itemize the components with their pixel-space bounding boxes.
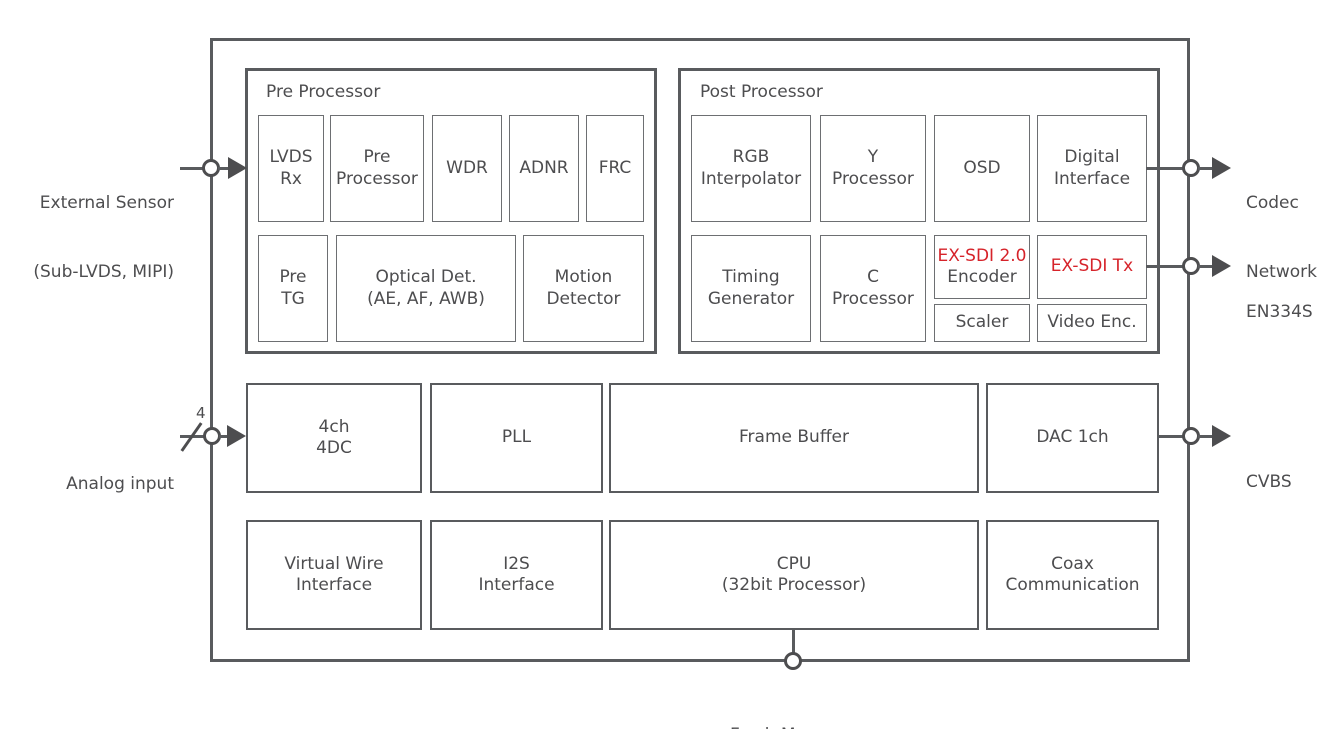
block-i2s-interface[interactable]: I2S Interface (430, 520, 603, 630)
block-timing-generator[interactable]: Timing Generator (691, 235, 811, 342)
block-y-processor-line2: Processor (832, 168, 914, 189)
arrow-analog-input (227, 425, 246, 447)
block-wdr-label: WDR (446, 157, 488, 178)
block-cpu-line1: CPU (776, 553, 812, 574)
block-diagram-canvas: Pre Processor LVDS Rx Pre Processor WDR … (0, 0, 1339, 729)
block-c-processor[interactable]: C Processor (820, 235, 926, 342)
block-frc-label: FRC (598, 157, 632, 178)
block-video-encoder-label: Video Enc. (1047, 312, 1137, 333)
block-timing-generator-line1: Timing (722, 267, 780, 288)
block-virtual-wire-interface-line2: Interface (295, 575, 373, 595)
block-digital-interface-line1: Digital (1064, 147, 1120, 168)
block-c-processor-line2: Processor (832, 288, 914, 309)
block-coax-communication[interactable]: Coax Communication (986, 520, 1159, 630)
block-adnr[interactable]: ADNR (509, 115, 579, 222)
block-pre-tg-line1: Pre (279, 267, 307, 288)
label-frash-memory-text: Frash Memory (692, 724, 888, 729)
label-en334s-line1: EN334S (1246, 301, 1313, 322)
post-processor-group-title: Post Processor (700, 82, 823, 102)
block-osd[interactable]: OSD (934, 115, 1030, 222)
node-frash-memory[interactable] (784, 652, 802, 670)
block-ex-sdi-2-0-encoder[interactable]: EX-SDI 2.0 Encoder (934, 235, 1030, 299)
label-codec-network-line1: Codec (1246, 192, 1299, 213)
block-pre-processor-line2: Processor (336, 168, 418, 189)
arrow-codec-network (1212, 157, 1231, 179)
block-rgb-interpolator[interactable]: RGB Interpolator (691, 115, 811, 222)
block-scaler[interactable]: Scaler (934, 304, 1030, 342)
block-4ch-4dc[interactable]: 4ch 4DC (246, 383, 422, 493)
block-timing-generator-line2: Generator (707, 288, 795, 309)
block-digital-interface-line2: Interface (1053, 168, 1131, 189)
block-y-processor[interactable]: Y Processor (820, 115, 926, 222)
block-lvds-rx[interactable]: LVDS Rx (258, 115, 324, 222)
block-lvds-rx-line1: LVDS (269, 147, 313, 168)
label-cvbs-line1: CVBS (1246, 471, 1292, 492)
block-dac-1ch-label: DAC 1ch (1036, 427, 1109, 448)
block-frc[interactable]: FRC (586, 115, 644, 222)
block-motion-detector-line2: Detector (546, 288, 621, 309)
label-cvbs: CVBS (1246, 425, 1338, 540)
arrow-cvbs (1212, 425, 1231, 447)
block-pll[interactable]: PLL (430, 383, 603, 493)
block-coax-communication-line1: Coax (1051, 553, 1094, 574)
pre-processor-group-title: Pre Processor (266, 82, 381, 102)
block-osd-label: OSD (963, 157, 1001, 178)
block-wdr[interactable]: WDR (432, 115, 502, 222)
block-digital-interface[interactable]: Digital Interface (1037, 115, 1147, 222)
block-rgb-interpolator-line1: RGB (732, 147, 770, 168)
label-external-sensor-line2: (Sub-LVDS, MIPI) (33, 261, 174, 282)
block-4ch-4dc-line1: 4ch (318, 416, 350, 437)
label-en334s: EN334S (1246, 255, 1338, 370)
block-virtual-wire-interface[interactable]: Virtual Wire Interface (246, 520, 422, 630)
block-cpu-line2: (32bit Processor) (721, 575, 867, 595)
block-adnr-label: ADNR (519, 157, 569, 178)
block-ex-sdi-tx-label: EX-SDI Tx (1050, 256, 1134, 277)
label-external-sensor-line1: External Sensor (39, 192, 174, 213)
block-optical-detection-line1: Optical Det. (375, 267, 477, 288)
arrow-en334s (1212, 255, 1231, 277)
block-frame-buffer-label: Frame Buffer (739, 427, 849, 448)
label-analog-input: Analog input (14, 427, 174, 542)
bus-width-analog-input: 4 (196, 404, 206, 422)
block-pre-processor-line1: Pre (363, 147, 391, 168)
block-pll-label: PLL (501, 427, 532, 448)
block-video-encoder[interactable]: Video Enc. (1037, 304, 1147, 342)
block-ex-sdi-2-0-encoder-line1: EX-SDI 2.0 (937, 245, 1027, 266)
block-c-processor-line1: C (867, 267, 879, 288)
block-i2s-interface-line1: I2S (503, 553, 530, 574)
label-frash-memory: Frash Memory (692, 678, 888, 729)
label-analog-input-line1: Analog input (66, 473, 174, 494)
block-ex-sdi-tx[interactable]: EX-SDI Tx (1037, 235, 1147, 299)
block-lvds-rx-line2: Rx (280, 168, 302, 189)
block-optical-detection[interactable]: Optical Det. (AE, AF, AWB) (336, 235, 516, 342)
block-scaler-label: Scaler (955, 312, 1009, 333)
block-motion-detector-line1: Motion (554, 267, 613, 288)
block-ex-sdi-2-0-encoder-line2: Encoder (947, 267, 1017, 287)
block-motion-detector[interactable]: Motion Detector (523, 235, 644, 342)
block-dac-1ch[interactable]: DAC 1ch (986, 383, 1159, 493)
block-rgb-interpolator-line2: Interpolator (700, 168, 802, 189)
block-y-processor-line1: Y (867, 147, 879, 168)
arrow-external-sensor (228, 157, 247, 179)
block-pre-tg-line2: TG (281, 288, 305, 309)
block-cpu[interactable]: CPU (32bit Processor) (609, 520, 979, 630)
block-pre-processor[interactable]: Pre Processor (330, 115, 424, 222)
block-4ch-4dc-line2: 4DC (316, 438, 352, 458)
label-external-sensor: External Sensor (Sub-LVDS, MIPI) (14, 146, 174, 330)
block-frame-buffer[interactable]: Frame Buffer (609, 383, 979, 493)
block-i2s-interface-line2: Interface (478, 575, 555, 595)
block-optical-detection-line2: (AE, AF, AWB) (367, 288, 485, 309)
block-virtual-wire-interface-line1: Virtual Wire (284, 553, 384, 574)
block-coax-communication-line2: Communication (1005, 575, 1140, 595)
block-pre-tg[interactable]: Pre TG (258, 235, 328, 342)
